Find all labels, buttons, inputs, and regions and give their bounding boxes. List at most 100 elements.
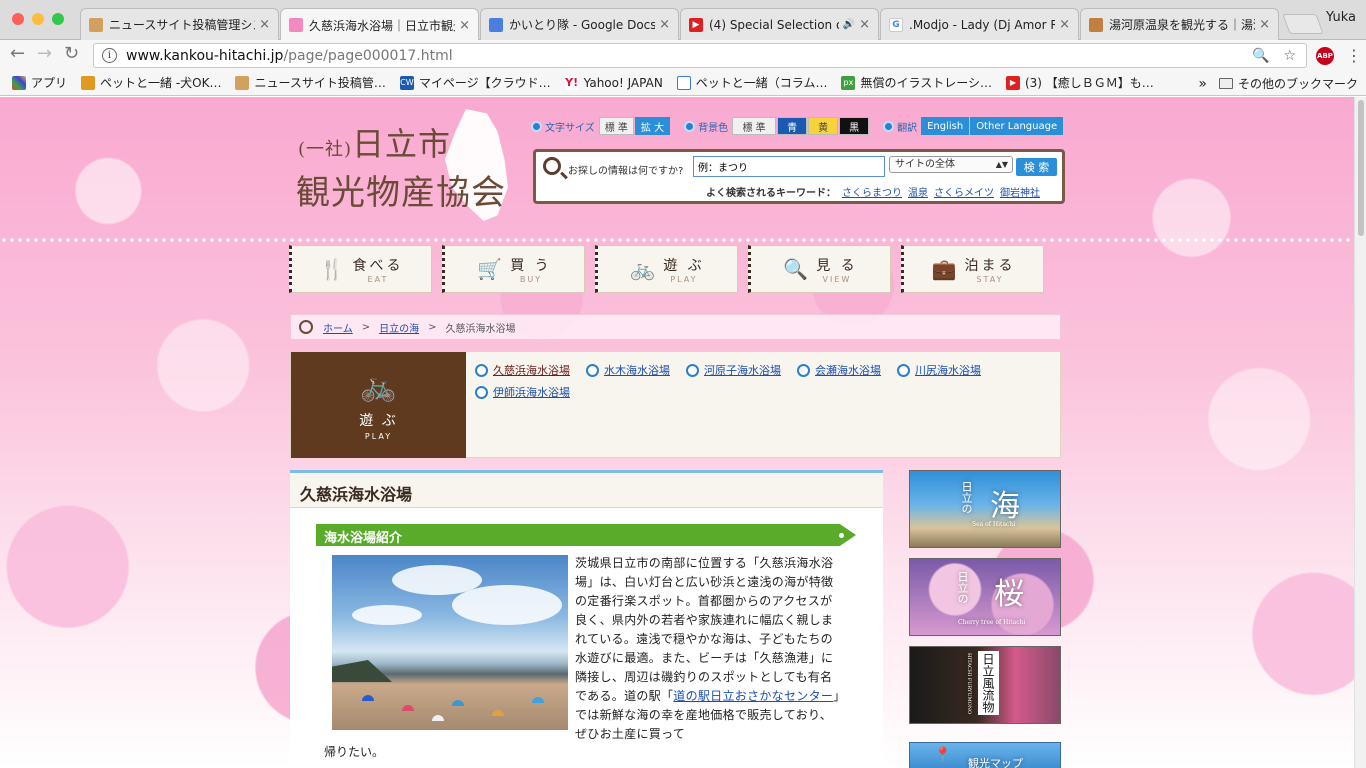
- select-arrows-icon: ▲▼: [995, 160, 1008, 169]
- keyword-link[interactable]: 温泉: [908, 184, 928, 199]
- bookmarks-bar: アプリ ペットと一緒 -犬OK… ニュースサイト投稿管… CW マイページ【クラウ…: [0, 70, 1366, 96]
- search-button[interactable]: 検 索: [1016, 158, 1057, 176]
- beach-link-kawarago[interactable]: 河原子海水浴場: [686, 362, 781, 378]
- close-tab-icon[interactable]: ×: [1059, 17, 1070, 32]
- bgcolor-icon: [684, 120, 696, 132]
- michinoeki-link[interactable]: 道の駅日立おさかなセンター: [673, 689, 833, 703]
- nav-play[interactable]: 🚲 遊 ぶ PLAY: [595, 245, 738, 293]
- back-icon[interactable]: ←: [10, 44, 25, 64]
- main-article: 久慈浜海水浴場 海水浴場紹介 茨城県日立市の南部に位置する「久慈浜海水浴場」は、…: [290, 470, 883, 768]
- bg-black-button[interactable]: 黒: [839, 117, 870, 135]
- translate-icon: [883, 120, 895, 132]
- tab-2-active[interactable]: 久慈浜海水浴場｜日立市観光 ×: [280, 8, 479, 41]
- window-controls: [12, 13, 64, 25]
- site-logo[interactable]: (一社)日立市 観光物産協会: [296, 109, 511, 224]
- reload-icon[interactable]: ↻: [64, 44, 79, 64]
- suitcase-icon: 💼: [931, 257, 957, 281]
- forward-icon[interactable]: →: [37, 44, 52, 64]
- beach-link-kawajiri[interactable]: 川尻海水浴場: [897, 362, 981, 378]
- beach-link-kujihama[interactable]: 久慈浜海水浴場: [475, 362, 570, 378]
- page-title: 久慈浜海水浴場: [290, 473, 883, 508]
- banner-furyumono[interactable]: 日立風流物 HITACHI FURYUMONO: [909, 646, 1061, 724]
- beach-photo: [332, 555, 568, 730]
- address-bar[interactable]: i www.kankou-hitachi.jp/page/page000017.…: [93, 43, 1307, 68]
- page-icon: [676, 75, 691, 90]
- banner-sakura-of-hitachi[interactable]: 日立の 桜 Cherry tree of Hitachi: [909, 558, 1061, 636]
- scrollbar-thumb[interactable]: [1358, 100, 1364, 236]
- close-tab-icon[interactable]: ×: [659, 17, 670, 32]
- close-window-button[interactable]: [12, 13, 24, 25]
- beach-links: 久慈浜海水浴場 水木海水浴場 河原子海水浴場 会瀬海水浴場 川尻海水浴場 伊師浜…: [475, 362, 1055, 406]
- bg-blue-button[interactable]: 青: [777, 117, 808, 135]
- more-bookmarks-icon[interactable]: »: [1198, 76, 1207, 92]
- close-tab-icon[interactable]: ×: [459, 18, 470, 33]
- new-tab-button[interactable]: [1282, 14, 1324, 34]
- keyword-link[interactable]: さくらまつり: [842, 184, 902, 199]
- onsen-icon: [1089, 17, 1103, 32]
- adblock-icon[interactable]: ABP: [1316, 47, 1334, 65]
- bookmark-item[interactable]: ▶ (3) 【癒しＢＧＭ】も…: [1005, 74, 1154, 91]
- dotted-divider: [0, 238, 1354, 242]
- other-bookmarks[interactable]: その他のブックマーク: [1238, 75, 1358, 92]
- sakura-icon: [289, 18, 303, 32]
- audio-icon: 🔊: [842, 19, 856, 30]
- bookmark-star-icon[interactable]: ☆: [1283, 48, 1296, 64]
- fontsize-large-button[interactable]: 拡 大: [634, 117, 671, 135]
- tab-1[interactable]: ニュースサイト投稿管理シス ×: [80, 8, 279, 40]
- category-play: 🚲 遊 ぶ PLAY: [291, 352, 466, 458]
- youtube-icon: ▶: [689, 17, 703, 32]
- breadcrumb-parent[interactable]: 日立の海: [379, 320, 419, 335]
- bg-yellow-button[interactable]: 黄: [808, 117, 839, 135]
- bookmark-item[interactable]: px 無償のイラストレーシ…: [841, 74, 992, 91]
- nav-view[interactable]: 🔍 見 る VIEW: [748, 245, 891, 293]
- page-scrollbar[interactable]: [1354, 97, 1366, 768]
- browser-menu-icon[interactable]: ⋮: [1346, 46, 1362, 65]
- beach-link-mizuki[interactable]: 水木海水浴場: [586, 362, 670, 378]
- nav-stay[interactable]: 💼 泊まる STAY: [901, 245, 1044, 293]
- beach-link-ose[interactable]: 会瀬海水浴場: [797, 362, 881, 378]
- search-input[interactable]: [693, 156, 885, 177]
- bicycle-icon: 🚲: [630, 257, 656, 281]
- keywords-label: よく検索されるキーワード：: [706, 188, 836, 199]
- nav-buy[interactable]: 🛒 買 う BUY: [442, 245, 585, 293]
- close-tab-icon[interactable]: ×: [259, 17, 270, 32]
- accessibility-options: 文字サイズ 標 準 拡 大 背景色 標 準 青 黄 黒 翻訳 English O…: [531, 117, 1064, 135]
- beach-link-ishihama[interactable]: 伊師浜海水浴場: [475, 384, 570, 400]
- other-language-button[interactable]: Other Language: [970, 117, 1064, 135]
- search-scope-select[interactable]: サイトの全体 ▲▼: [889, 156, 1013, 173]
- fontsize-standard-button[interactable]: 標 準: [598, 117, 634, 135]
- close-tab-icon[interactable]: ×: [859, 17, 870, 32]
- bookmark-item[interactable]: Y! Yahoo! JAPAN: [564, 75, 663, 90]
- browser-toolbar: ← → ↻ i www.kankou-hitachi.jp/page/page0…: [0, 40, 1366, 70]
- keyword-link[interactable]: 御岩神社: [1000, 184, 1040, 199]
- tab-4[interactable]: ▶ (4) Special Selection of 🔊 ×: [680, 8, 879, 40]
- global-nav: 🍴 食べる EAT 🛒 買 う BUY 🚲 遊 ぶ PLAY 🔍 見 る VIEW 💼 泊まる ST…: [289, 245, 1057, 293]
- docs-icon: [489, 17, 503, 32]
- bookmark-apps[interactable]: アプリ: [12, 74, 67, 91]
- logo-line2: 観光物産協会: [296, 173, 506, 213]
- keyword-link[interactable]: さくらメイツ: [934, 184, 994, 199]
- bookmark-item[interactable]: CW マイページ【クラウド…: [399, 74, 551, 91]
- tab-3[interactable]: かいとり隊 - Google Docs ×: [480, 8, 679, 40]
- tab-5[interactable]: G .Modjo - Lady (Dj Amor Re ×: [880, 8, 1079, 40]
- banner-sea-of-hitachi[interactable]: 日立の 海 Sea of Hitachi: [909, 470, 1061, 548]
- profile-name[interactable]: Yuka: [1326, 10, 1356, 25]
- banner-tourist-map[interactable]: 📍 観光マップ: [909, 742, 1061, 768]
- zoom-icon[interactable]: 🔍: [1252, 48, 1269, 64]
- logo-line1: 日立市: [352, 125, 452, 163]
- yahoo-icon: Y!: [564, 75, 579, 90]
- close-tab-icon[interactable]: ×: [1259, 17, 1270, 32]
- english-button[interactable]: English: [921, 117, 970, 135]
- breadcrumb-home[interactable]: ホーム: [323, 320, 353, 335]
- info-icon[interactable]: i: [102, 48, 117, 63]
- bookmark-item[interactable]: ペットと一緒（コラム…: [676, 74, 827, 91]
- popular-keywords: よく検索されるキーワード： さくらまつり 温泉 さくらメイツ 御岩神社: [706, 184, 1040, 199]
- bookmark-item[interactable]: ニュースサイト投稿管…: [235, 74, 386, 91]
- bg-standard-button[interactable]: 標 準: [732, 117, 777, 135]
- maximize-window-button[interactable]: [52, 13, 64, 25]
- tab-6[interactable]: 湯河原温泉を観光する｜湯河 ×: [1080, 8, 1279, 40]
- bookmark-item[interactable]: ペットと一緒 -犬OK…: [81, 74, 221, 91]
- page-content: (一社)日立市 観光物産協会 文字サイズ 標 準 拡 大 背景色 標 準 青 黄…: [0, 97, 1354, 768]
- minimize-window-button[interactable]: [32, 13, 44, 25]
- nav-eat[interactable]: 🍴 食べる EAT: [289, 245, 432, 293]
